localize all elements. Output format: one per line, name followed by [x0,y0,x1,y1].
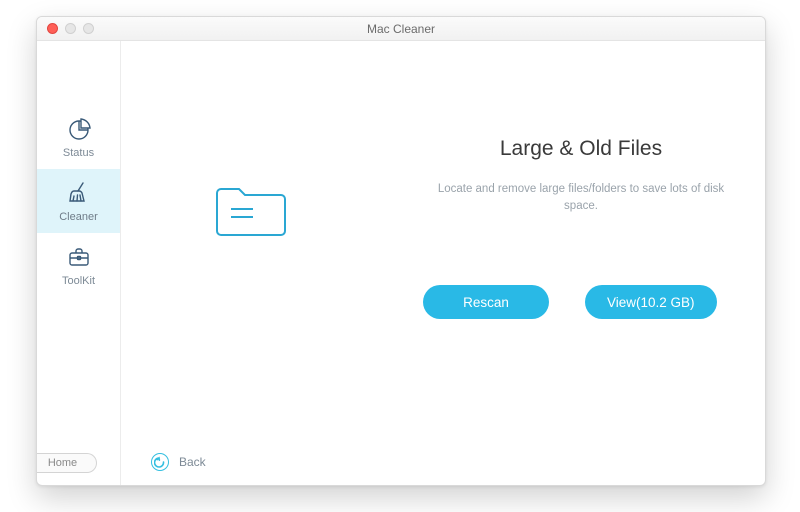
sidebar-item-label: ToolKit [62,275,95,287]
page-description: Locate and remove large files/folders to… [421,181,741,216]
app-window: Mac Cleaner Status [36,16,766,486]
back-label: Back [179,455,206,469]
sidebar-item-label: Status [63,147,94,159]
home-label: Home [48,457,77,469]
folder-icon [213,181,289,241]
window-controls [37,23,94,34]
button-label: Rescan [463,295,509,310]
window-body: Status Cleaner [37,41,765,485]
titlebar: Mac Cleaner [37,17,765,41]
window-title: Mac Cleaner [37,22,765,36]
sidebar: Status Cleaner [37,41,121,485]
back-button[interactable]: Back [151,453,206,471]
pie-chart-icon [65,115,93,143]
content-block: Large & Old Files Locate and remove larg… [421,137,741,216]
page-title: Large & Old Files [421,137,741,161]
sidebar-item-label: Cleaner [59,211,98,223]
broom-icon [65,179,93,207]
action-buttons: Rescan View(10.2 GB) [423,285,717,319]
home-button[interactable]: Home [36,453,97,473]
back-arrow-icon [151,453,169,471]
button-label: View(10.2 GB) [607,295,695,310]
sidebar-item-cleaner[interactable]: Cleaner [37,169,120,233]
maximize-window-button[interactable] [83,23,94,34]
sidebar-item-toolkit[interactable]: ToolKit [37,233,120,297]
main-panel: Large & Old Files Locate and remove larg… [121,41,765,485]
briefcase-icon [65,243,93,271]
minimize-window-button[interactable] [65,23,76,34]
view-button[interactable]: View(10.2 GB) [585,285,717,319]
rescan-button[interactable]: Rescan [423,285,549,319]
close-window-button[interactable] [47,23,58,34]
sidebar-item-status[interactable]: Status [37,105,120,169]
